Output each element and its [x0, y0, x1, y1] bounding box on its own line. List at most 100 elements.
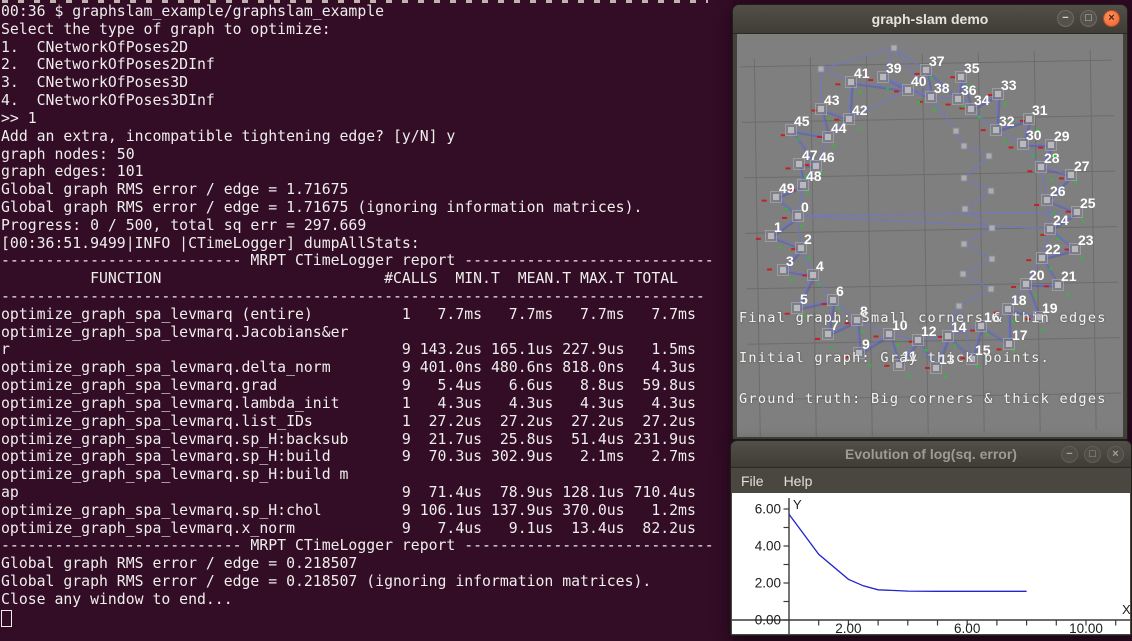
marker-dot: [1051, 178, 1054, 181]
terminal-line: Select the type of graph to optimize:: [1, 21, 733, 39]
initial-marker: [1009, 146, 1014, 148]
marker-dot: [1049, 267, 1052, 270]
terminal-line: r 9 143.2us 165.1us 227.9us 1.5ms: [1, 341, 733, 359]
node-label: 22: [1045, 241, 1061, 257]
initial-marker: [950, 76, 955, 78]
node-label: 2: [804, 231, 812, 247]
marker-dot: [1057, 238, 1060, 241]
initial-marker: [1027, 170, 1032, 172]
terminal-line: --------------------------- MRPT CTimeLo…: [1, 537, 733, 555]
graph-legend-overlay: Final graph: Small corners & thin edges …: [739, 284, 1107, 434]
close-button[interactable]: ×: [1103, 10, 1120, 27]
terminal-line: graph edges: 101: [1, 163, 733, 181]
terminal-cursor: [1, 610, 12, 627]
terminal-line: 4. CNetworkOfPoses3DInf: [1, 92, 733, 110]
node-label: 32: [999, 113, 1015, 129]
marker-dot: [1053, 212, 1056, 215]
initial-marker: [946, 104, 951, 106]
node-label: 24: [1053, 212, 1069, 228]
marker-dot: [806, 191, 809, 194]
node-label: 45: [794, 113, 810, 129]
terminal-line: optimize_graph_spa_levmarq.x_norm 9 7.4u…: [1, 520, 733, 538]
y-tick-label: 4.00: [755, 539, 781, 554]
marker-dot: [1004, 102, 1007, 105]
terminal-cursor-line: [1, 609, 733, 627]
marker-dot: [797, 138, 800, 141]
terminal-line: [00:36:51.9499|INFO |CTimeLogger] dumpAl…: [1, 235, 733, 253]
terminal-window[interactable]: 00:36 $ graphslam_example/graphslam_exam…: [0, 0, 733, 641]
terminal-line: graph nodes: 50: [1, 146, 733, 164]
x-axis-label: X: [1122, 602, 1130, 617]
node-label: 33: [1001, 77, 1017, 93]
terminal-line: Global graph RMS error / edge = 0.218507: [1, 555, 733, 573]
terminal-line: Global graph RMS error / edge = 0.218507…: [1, 573, 733, 591]
graph-window-title: graph-slam demo: [872, 11, 989, 27]
node-label: 39: [886, 60, 902, 76]
y-tick-label: 6.00: [755, 502, 781, 517]
legend-line-initial: Initial graph: Gray thick points.: [739, 352, 1107, 366]
marker-dot: [1032, 155, 1035, 158]
terminal-output: 00:36 $ graphslam_example/graphslam_exam…: [1, 3, 733, 627]
node-label: 28: [1044, 150, 1060, 166]
initial-marker: [817, 136, 822, 138]
legend-line-final: Final graph: Small corners & thin edges: [739, 312, 1107, 326]
node-label: 25: [1080, 195, 1096, 211]
terminal-line: optimize_graph_spa_levmarq.grad 9 5.4us …: [1, 377, 733, 395]
close-button[interactable]: ×: [1107, 446, 1124, 463]
plot-window-titlebar[interactable]: Evolution of log(sq. error) − □ ×: [731, 441, 1131, 468]
error-curve: [789, 514, 1027, 591]
terminal-line: optimize_graph_spa_levmarq.sp_H:build 9 …: [1, 448, 733, 466]
terminal-line: Close any window to end...: [1, 591, 733, 609]
node-label: 31: [1032, 102, 1048, 118]
graph-3d-viewport[interactable]: 0123456789101112131415161718192021222324…: [737, 34, 1123, 437]
node-label: 47: [802, 147, 818, 163]
initial-marker: [894, 90, 899, 92]
error-plot-window: Evolution of log(sq. error) − □ × File H…: [730, 440, 1132, 636]
terminal-line: ----------------------------------------…: [1, 288, 733, 306]
node-label: 4: [816, 258, 824, 274]
node-label: 44: [831, 120, 847, 136]
marker-dot: [930, 77, 933, 80]
node-label: 43: [824, 92, 840, 108]
minimize-button[interactable]: −: [1061, 446, 1078, 463]
terminal-line: optimize_graph_spa_levmarq.delta_norm 9 …: [1, 359, 733, 377]
initial-marker: [785, 167, 790, 169]
initial-marker: [1066, 211, 1071, 213]
marker-dot: [1054, 155, 1057, 158]
terminal-line: optimize_graph_spa_levmarq.Jacobians&er: [1, 324, 733, 342]
menu-help[interactable]: Help: [774, 468, 823, 493]
plot-window-controls: − □ ×: [1061, 446, 1124, 463]
marker-dot: [833, 144, 836, 147]
initial-marker: [1065, 249, 1070, 251]
node-label: 20: [1029, 267, 1045, 283]
marker-dot: [978, 116, 981, 119]
initial-marker: [1034, 204, 1039, 206]
terminal-line: --------------------------- MRPT CTimeLo…: [1, 252, 733, 270]
initial-marker: [1026, 259, 1031, 261]
initial-marker: [782, 217, 787, 219]
node-label: 21: [1061, 268, 1077, 284]
y-axis-label: Y: [793, 497, 802, 512]
node-label: 29: [1054, 128, 1070, 144]
terminal-line: Global graph RMS error / edge = 1.71675: [1, 181, 733, 199]
marker-dot: [886, 87, 889, 90]
terminal-line: >> 1: [1, 110, 733, 128]
minimize-button[interactable]: −: [1057, 10, 1074, 27]
y-tick-label: 0.00: [755, 613, 781, 628]
maximize-button[interactable]: □: [1084, 446, 1101, 463]
terminal-line: Add an extra, incompatible tightening ed…: [1, 128, 733, 146]
node-label: 30: [1026, 127, 1042, 143]
menu-file[interactable]: File: [731, 468, 774, 493]
desktop: { "terminal": { "lines": [ "00:36 $ grap…: [0, 0, 1132, 641]
node-label: 1: [774, 219, 782, 235]
plot-area[interactable]: 2.006.0010.000.002.004.006.00YX: [732, 493, 1130, 634]
marker-dot: [1075, 182, 1078, 185]
graph-window-titlebar[interactable]: graph-slam demo − □ ×: [733, 5, 1127, 34]
legend-line-groundtruth: Ground truth: Big corners & thick edges: [739, 393, 1107, 407]
marker-dot: [1036, 128, 1039, 131]
maximize-button[interactable]: □: [1080, 10, 1097, 27]
plot-menubar: File Help: [731, 468, 1131, 494]
graphslam-demo-window: graph-slam demo − □ × 012345678910111213…: [732, 4, 1128, 440]
terminal-line: optimize_graph_spa_levmarq.sp_H:chol 9 1…: [1, 502, 733, 520]
terminal-line: optimize_graph_spa_levmarq.sp_H:build m: [1, 466, 733, 484]
